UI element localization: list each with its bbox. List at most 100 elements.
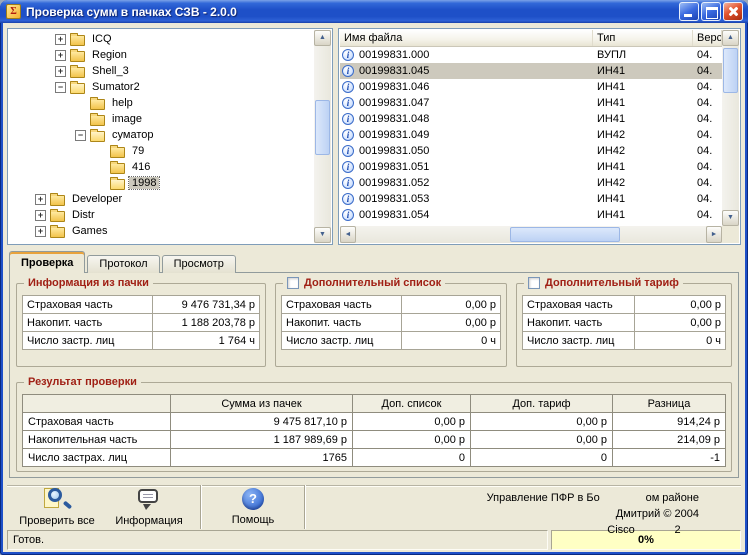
toggle-spacer [95,162,106,173]
window-controls [679,2,743,21]
scroll-down-icon[interactable]: ▼ [314,227,331,243]
tree-item[interactable]: −Sumator2 [9,79,314,95]
information-button[interactable]: Информация [103,482,195,532]
result-cell: 0,00 р [471,431,613,449]
scroll-right-icon[interactable]: ► [706,226,722,243]
result-cell: Накопительная часть [23,431,171,449]
list-hscroll-thumb[interactable] [510,227,620,242]
file-row[interactable]: 00199831.000ВУПЛ04. [340,47,722,63]
summary-groups: Информация из пачки Страховая часть9 476… [16,283,732,367]
toggle-spacer [75,98,86,109]
tree-item[interactable]: +ICQ [9,31,314,47]
file-row[interactable]: 00199831.048ИН4104. [340,111,722,127]
file-row[interactable]: 00199831.053ИН4104. [340,191,722,207]
extra-list-title: Дополнительный список [283,276,445,290]
file-row[interactable]: 00199831.045ИН4104. [340,63,722,79]
collapse-toggle-icon[interactable]: − [75,130,86,141]
result-cell: 914,24 р [613,413,726,431]
extra-tariff-checkbox[interactable] [528,277,540,289]
maximize-button[interactable] [701,2,721,21]
group-row: Накопит. часть0,00 р [523,314,726,332]
row-value: 9 476 731,34 р [153,296,260,314]
file-row[interactable]: 00199831.054ИН4104. [340,207,722,223]
result-column-header: Доп. тариф [471,395,613,413]
file-version: 04. [693,145,722,157]
file-name: 00199831.045 [359,65,429,77]
row-value: 1 764 ч [153,332,260,350]
file-name-cell: 00199831.054 [340,209,593,221]
tree-item[interactable]: help [9,95,314,111]
tree-item[interactable]: 1998 [9,175,314,191]
file-name-cell: 00199831.000 [340,49,593,61]
tree-item[interactable]: + Distr [9,207,314,223]
info-icon [342,129,354,141]
file-row[interactable]: 00199831.047ИН4104. [340,95,722,111]
scroll-up-icon[interactable]: ▲ [314,30,331,46]
row-value: 0 ч [402,332,501,350]
row-label: Страховая часть [282,296,402,314]
expand-toggle-icon[interactable]: + [35,210,46,221]
tree-item[interactable]: +Shell_3 [9,63,314,79]
file-row[interactable]: 00199831.051ИН4104. [340,159,722,175]
file-row[interactable]: 00199831.050ИН4204. [340,143,722,159]
tree-item[interactable]: +Region [9,47,314,63]
extra-list-checkbox[interactable] [287,277,299,289]
group-row: Страховая часть0,00 р [282,296,501,314]
file-name-cell: 00199831.053 [340,193,593,205]
tree-item[interactable]: image [9,111,314,127]
result-cell: 1 187 989,69 р [171,431,353,449]
file-type: ИН41 [593,209,693,221]
result-cell: -1 [613,449,726,467]
check-all-button[interactable]: Проверить все [11,482,103,532]
tab-proverka[interactable]: Проверка [9,251,85,273]
file-version: 04. [693,81,722,93]
list-horizontal-scrollbar[interactable]: ◄ ► [340,226,722,243]
file-row[interactable]: 00199831.046ИН4104. [340,79,722,95]
tree-scroll-thumb[interactable] [315,100,330,155]
tree-item[interactable]: +Developer [9,191,314,207]
tree-item[interactable]: 79 [9,143,314,159]
expand-toggle-icon[interactable]: + [35,226,46,237]
file-name: 00199831.053 [359,193,429,205]
button-label: Помощь [232,514,275,526]
collapse-toggle-icon[interactable]: − [55,82,66,93]
expand-toggle-icon[interactable]: + [35,194,46,205]
scroll-left-icon[interactable]: ◄ [340,226,356,243]
credits-line: Дмитрий © 2004 [487,506,699,522]
expand-toggle-icon[interactable]: + [55,66,66,77]
file-version: 04. [693,97,722,109]
tree-vertical-scrollbar[interactable]: ▲ ▼ [314,30,331,243]
row-value: 0,00 р [634,314,725,332]
tree-item[interactable]: +Games [9,223,314,239]
scroll-down-icon[interactable]: ▼ [722,210,739,226]
magnifier-icon [44,487,71,511]
list-vscroll-thumb[interactable] [723,48,738,93]
tree-item[interactable]: −суматор [9,127,314,143]
file-row[interactable]: 00199831.052ИН4204. [340,175,722,191]
check-tab-page: Информация из пачки Страховая часть9 476… [9,272,739,478]
scroll-up-icon[interactable]: ▲ [722,30,739,46]
check-result-title: Результат проверки [24,375,141,389]
tree-item-label: 79 [129,145,147,157]
file-name: 00199831.046 [359,81,429,93]
list-vertical-scrollbar[interactable]: ▲ ▼ [722,30,739,226]
minimize-button[interactable] [679,2,699,21]
help-button[interactable]: Помощь [207,482,299,532]
close-button[interactable] [723,2,743,21]
tab-protokol[interactable]: Протокол [87,255,159,273]
expand-toggle-icon[interactable]: + [55,34,66,45]
result-column-header: Сумма из пачек [171,395,353,413]
tree-item[interactable]: 416 [9,159,314,175]
column-header-version[interactable]: Верс [693,30,722,46]
column-header-type[interactable]: Тип [593,30,693,46]
expand-toggle-icon[interactable]: + [55,50,66,61]
title-bar[interactable]: Проверка сумм в пачках СЗВ - 2.0.0 [0,0,748,23]
info-icon [342,177,354,189]
tree-item-label: Distr [69,209,98,221]
tab-prosmotr[interactable]: Просмотр [162,255,236,273]
file-row[interactable]: 00199831.049ИН4204. [340,127,722,143]
toggle-spacer [75,114,86,125]
folder-icon [90,115,105,126]
column-header-name[interactable]: Имя файла [340,30,593,46]
bottom-toolbar: Проверить все Информация Помощь Управлен… [7,485,741,528]
